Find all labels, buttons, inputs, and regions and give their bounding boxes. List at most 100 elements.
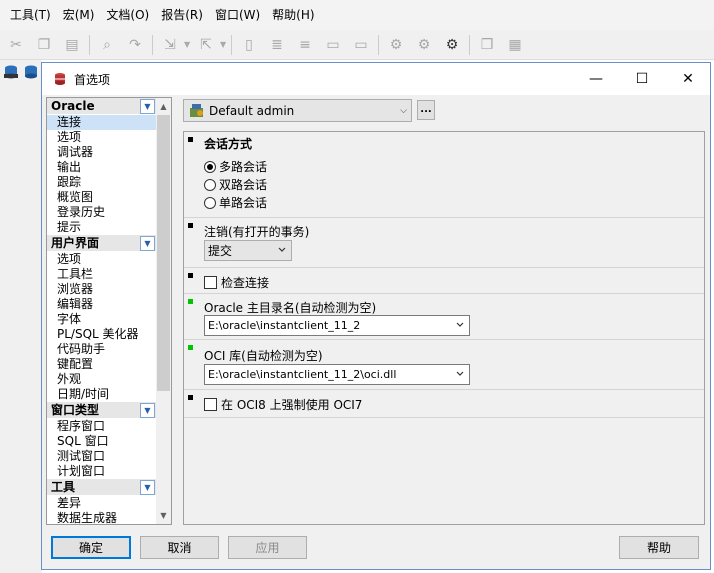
nav-item-appearance[interactable]: 外观 — [47, 372, 157, 387]
force-oci7-checkbox[interactable]: 在 OCI8 上强制使用 OCI7 — [204, 396, 362, 413]
dialog-titlebar[interactable]: 首选项 — ☐ ✕ — [42, 63, 710, 95]
toolbar-separator — [231, 34, 232, 55]
import-icon[interactable]: ⇲ — [158, 34, 182, 56]
tile-icon[interactable]: ▦ — [503, 34, 527, 56]
oracle-home-combo[interactable]: E:\oracle\instantclient_11_2 — [204, 315, 470, 336]
nav-item-sql-window[interactable]: SQL 窗口 — [47, 434, 157, 449]
category-user-interface[interactable]: 用户界面 ▼ — [47, 235, 157, 252]
menu-macro[interactable]: 宏(M) — [57, 0, 101, 30]
category-label: 窗口类型 — [51, 403, 100, 417]
preferences-dialog: 首选项 — ☐ ✕ Oracle ▼ 连接 选项 调试器 输出 跟踪 概览图 登录… — [41, 62, 711, 570]
section-title: 会话方式 — [204, 137, 253, 151]
nav-item-browser[interactable]: 浏览器 — [47, 282, 157, 297]
indent-icon[interactable]: ≣ — [265, 34, 289, 56]
nav-item-ui-options[interactable]: 选项 — [47, 252, 157, 267]
nav-item-key-config[interactable]: 键配置 — [47, 357, 157, 372]
radio-dual-session[interactable]: 双路会话 — [204, 176, 267, 193]
logoff-select[interactable]: 提交 — [204, 240, 292, 261]
oracle-home-value: E:\oracle\instantclient_11_2 — [208, 319, 361, 332]
replace-icon[interactable]: ↷ — [123, 34, 147, 56]
oci-library-combo[interactable]: E:\oracle\instantclient_11_2\oci.dll — [204, 364, 470, 385]
menu-document[interactable]: 文档(O) — [100, 0, 155, 30]
radio-multi-session[interactable]: 多路会话 — [204, 158, 267, 175]
chevron-down-icon[interactable]: ▼ — [140, 99, 155, 114]
nav-item-editor[interactable]: 编辑器 — [47, 297, 157, 312]
nav-item-plan-window[interactable]: 计划窗口 — [47, 464, 157, 479]
radio-label: 多路会话 — [219, 160, 268, 174]
step-icon[interactable]: ⚙ — [412, 34, 436, 56]
nav-item-toolbar[interactable]: 工具栏 — [47, 267, 157, 282]
checkbox[interactable] — [204, 276, 217, 289]
help-button[interactable]: 帮助 — [619, 536, 699, 559]
radio-label: 双路会话 — [219, 178, 268, 192]
radio-button[interactable] — [204, 178, 216, 191]
document-icon[interactable]: ▯ — [237, 34, 261, 56]
paste-icon[interactable]: ▤ — [60, 34, 84, 56]
nav-item-output[interactable]: 输出 — [47, 160, 157, 175]
minimize-button[interactable]: — — [573, 63, 619, 95]
comment-icon[interactable]: ▭ — [321, 34, 345, 56]
export-icon[interactable]: ⇱ — [194, 34, 218, 56]
checkbox-label: 检查连接 — [221, 276, 270, 290]
cancel-button[interactable]: 取消 — [140, 536, 219, 559]
nav-item-hints[interactable]: 提示 — [47, 220, 157, 235]
cut-icon[interactable]: ✂ — [4, 34, 28, 56]
nav-item-test-window[interactable]: 测试窗口 — [47, 449, 157, 464]
nav-item-code-assistant[interactable]: 代码助手 — [47, 342, 157, 357]
nav-item-logon-history[interactable]: 登录历史 — [47, 205, 157, 220]
windows-icon[interactable]: ❒ — [475, 34, 499, 56]
category-window-types[interactable]: 窗口类型 ▼ — [47, 402, 157, 419]
radio-single-session[interactable]: 单路会话 — [204, 194, 267, 211]
menu-tools[interactable]: 工具(T) — [4, 0, 57, 30]
nav-item-diff[interactable]: 差异 — [47, 496, 157, 511]
run-icon[interactable]: ⚙ — [440, 34, 464, 56]
setting-marker — [188, 395, 193, 400]
copy-icon[interactable]: ❐ — [32, 34, 56, 56]
setting-marker — [188, 345, 193, 350]
menu-help[interactable]: 帮助(H) — [266, 0, 320, 30]
close-button[interactable]: ✕ — [665, 63, 711, 95]
find-icon[interactable]: ⌕ — [95, 34, 119, 56]
chevron-down-icon[interactable] — [455, 369, 465, 379]
scroll-up-icon[interactable]: ▲ — [156, 98, 171, 115]
menu-reports[interactable]: 报告(R) — [155, 0, 209, 30]
chevron-down-icon[interactable]: ▼ — [140, 480, 155, 495]
unindent-icon[interactable]: ≡ — [293, 34, 317, 56]
nav-item-beautifier[interactable]: PL/SQL 美化器 — [47, 327, 157, 342]
section-session-mode: 会话方式 多路会话 双路会话 单路会话 — [184, 132, 704, 218]
scroll-thumb[interactable] — [157, 115, 170, 391]
nav-item-data-generator[interactable]: 数据生成器 — [47, 511, 157, 524]
nav-item-program-window[interactable]: 程序窗口 — [47, 419, 157, 434]
debug-icon[interactable]: ⚙ — [384, 34, 408, 56]
chevron-down-icon[interactable]: ▼ — [140, 236, 155, 251]
nav-item-debugger[interactable]: 调试器 — [47, 145, 157, 160]
checkbox[interactable] — [204, 398, 217, 411]
chevron-down-icon[interactable] — [455, 320, 465, 330]
database-icon[interactable] — [3, 62, 19, 82]
radio-button[interactable] — [204, 196, 216, 209]
section-title: OCI 库(自动检测为空) — [204, 349, 323, 363]
category-oracle[interactable]: Oracle ▼ — [47, 98, 157, 115]
radio-button[interactable] — [204, 160, 216, 173]
nav-item-fonts[interactable]: 字体 — [47, 312, 157, 327]
apply-button[interactable]: 应用 — [228, 536, 307, 559]
tree-scrollbar[interactable]: ▲ ▼ — [156, 98, 171, 524]
nav-item-date-time[interactable]: 日期/时间 — [47, 387, 157, 402]
nav-item-options[interactable]: 选项 — [47, 130, 157, 145]
profile-select[interactable]: Default admin ⌵ — [183, 99, 412, 122]
nav-item-trace[interactable]: 跟踪 — [47, 175, 157, 190]
database-icon[interactable] — [23, 62, 39, 82]
category-tools[interactable]: 工具 ▼ — [47, 479, 157, 496]
uncomment-icon[interactable]: ▭ — [349, 34, 373, 56]
ok-button[interactable]: 确定 — [51, 536, 131, 559]
dropdown-arrow-icon[interactable]: ▼ — [220, 40, 228, 49]
scroll-down-icon[interactable]: ▼ — [156, 507, 171, 524]
nav-item-connection[interactable]: 连接 — [47, 115, 157, 130]
dropdown-arrow-icon[interactable]: ▼ — [184, 40, 192, 49]
chevron-down-icon[interactable]: ▼ — [140, 403, 155, 418]
nav-item-overview[interactable]: 概览图 — [47, 190, 157, 205]
check-connection-checkbox[interactable]: 检查连接 — [204, 274, 269, 291]
maximize-button[interactable]: ☐ — [619, 63, 665, 95]
menu-window[interactable]: 窗口(W) — [209, 0, 266, 30]
profile-more-button[interactable]: ... — [417, 100, 435, 120]
